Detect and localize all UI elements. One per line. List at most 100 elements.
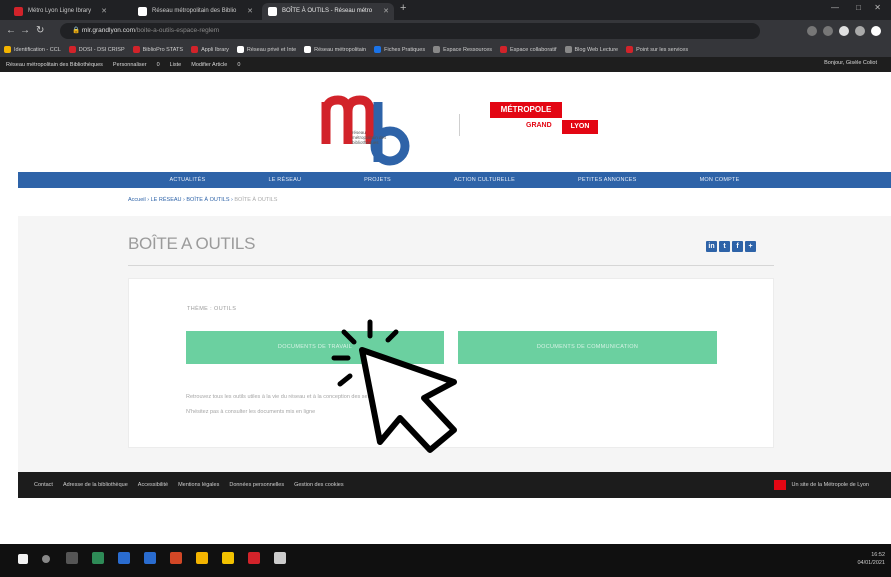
nav-item-petites-annonces[interactable]: PETITES ANNONCES bbox=[578, 172, 637, 188]
excel-icon[interactable] bbox=[92, 552, 104, 564]
admin-customize-link[interactable]: Personnaliser bbox=[113, 62, 147, 68]
powerpoint-icon[interactable] bbox=[170, 552, 182, 564]
admin-edit-link[interactable]: Modifier Article bbox=[191, 62, 227, 68]
extension-icons bbox=[807, 24, 881, 38]
bookmark-icon bbox=[191, 46, 199, 53]
cms-admin-bar: Réseau métropolitain des Bibliothèques P… bbox=[0, 57, 891, 72]
close-tab-icon[interactable]: ✕ bbox=[383, 3, 389, 20]
documents-communication-button[interactable]: DOCUMENTS DE COMMUNICATION bbox=[458, 331, 717, 364]
search-icon[interactable] bbox=[42, 555, 50, 563]
mb-logo[interactable] bbox=[318, 82, 410, 170]
tab-favicon-icon bbox=[138, 7, 147, 16]
browser-tab[interactable]: Métro Lyon Ligne Ibrary ✕ bbox=[8, 3, 112, 20]
close-tab-icon[interactable]: ✕ bbox=[101, 3, 107, 20]
linkedin-icon[interactable]: in bbox=[706, 241, 717, 252]
metropole-footer-label: Un site de la Métropole de Lyon bbox=[791, 482, 869, 488]
extension-icon[interactable] bbox=[807, 26, 817, 36]
app-icon[interactable] bbox=[274, 552, 286, 564]
title-underline bbox=[128, 265, 774, 266]
extension-icon[interactable] bbox=[823, 26, 833, 36]
bookmark-item[interactable]: Blog Web Lecture bbox=[564, 46, 618, 53]
bookmark-icon bbox=[132, 46, 140, 53]
acrobat-icon[interactable] bbox=[248, 552, 260, 564]
breadcrumb-link[interactable]: Accueil bbox=[128, 197, 146, 203]
bookmark-item[interactable]: Identification - CCL bbox=[4, 46, 61, 53]
chrome-icon[interactable] bbox=[196, 552, 208, 564]
clock-time: 16:52 bbox=[871, 552, 885, 558]
folder-icon[interactable] bbox=[222, 552, 234, 564]
tab-label: BOÎTE À OUTILS - Réseau métro bbox=[282, 8, 373, 14]
bookmark-item[interactable]: DOSI - DSI CRISP bbox=[68, 46, 125, 53]
bookmark-item[interactable]: Point sur les services bbox=[626, 46, 688, 53]
close-tab-icon[interactable]: ✕ bbox=[247, 3, 253, 20]
nav-item-mon-compte[interactable]: MON COMPTE bbox=[700, 172, 740, 188]
plus-icon[interactable]: + bbox=[745, 241, 756, 252]
admin-comments-count[interactable]: 0 bbox=[157, 62, 160, 68]
bookmark-item[interactable]: Réseau métropolitain bbox=[304, 46, 366, 53]
tab-favicon-icon bbox=[14, 7, 23, 16]
nav-item-actualites[interactable]: ACTUALITÉS bbox=[170, 172, 206, 188]
bookmark-icon bbox=[500, 46, 508, 53]
footer-link-accessibility[interactable]: Accessibilité bbox=[138, 482, 168, 488]
forward-arrow-icon[interactable]: → bbox=[20, 25, 30, 37]
bookmark-item[interactable]: BiblioPro STATS bbox=[132, 46, 183, 53]
maximize-icon[interactable]: □ bbox=[856, 3, 861, 12]
bookmark-item[interactable]: Fiches Pratiques bbox=[374, 46, 425, 53]
twitter-icon[interactable]: t bbox=[719, 241, 730, 252]
nav-item-projets[interactable]: PROJETS bbox=[364, 172, 391, 188]
admin-site-link[interactable]: Réseau métropolitain des Bibliothèques bbox=[6, 62, 103, 68]
close-window-icon[interactable]: ✕ bbox=[874, 3, 881, 12]
footer-link-legal[interactable]: Mentions légales bbox=[178, 482, 219, 488]
tab-label: Réseau métropolitain des Biblio bbox=[152, 8, 237, 14]
bookmark-item[interactable]: Appli Ibrary bbox=[191, 46, 229, 53]
address-bar-row: ← → ↻ 🔒 mlr.grandlyon.com/boite-a-outils… bbox=[0, 20, 891, 42]
task-view-icon[interactable] bbox=[66, 552, 78, 564]
bookmarks-bar: Identification - CCL DOSI - DSI CRISP Bi… bbox=[0, 42, 891, 57]
bookmark-icon bbox=[564, 46, 572, 53]
reload-icon[interactable]: ↻ bbox=[36, 25, 44, 37]
footer-link-privacy[interactable]: Données personnelles bbox=[229, 482, 284, 488]
metropole-lyon-icon bbox=[773, 480, 786, 490]
nav-item-action-culturelle[interactable]: ACTION CULTURELLE bbox=[454, 172, 515, 188]
admin-user-greeting[interactable]: Bonjour, Gisèle Coliot bbox=[824, 60, 877, 66]
footer-link-contact[interactable]: Contact bbox=[34, 482, 53, 488]
facebook-icon[interactable]: f bbox=[732, 241, 743, 252]
breadcrumb-link[interactable]: BOÎTE À OUTILS bbox=[186, 197, 229, 203]
grand-word: GRAND bbox=[526, 122, 552, 129]
main-navigation: ACTUALITÉS LE RÉSEAU PROJETS ACTION CULT… bbox=[18, 172, 891, 188]
lyon-word: LYON bbox=[562, 120, 598, 134]
windows-taskbar: 16:52 04/01/2021 bbox=[0, 544, 891, 577]
site-footer: Contact Adresse de la bibliothèque Acces… bbox=[18, 472, 891, 498]
bookmark-icon bbox=[433, 46, 441, 53]
breadcrumb-link[interactable]: LE RÉSEAU bbox=[151, 197, 182, 203]
profile-avatar-icon[interactable] bbox=[871, 26, 881, 36]
outlook-icon[interactable] bbox=[118, 552, 130, 564]
footer-link-cookies[interactable]: Gestion des cookies bbox=[294, 482, 344, 488]
new-tab-plus-icon[interactable]: + bbox=[400, 2, 406, 14]
star-icon[interactable] bbox=[839, 26, 849, 36]
page-bottom-space bbox=[0, 498, 891, 544]
browser-tab[interactable]: Réseau métropolitain des Biblio ✕ bbox=[132, 3, 258, 20]
footer-link-address[interactable]: Adresse de la bibliothèque bbox=[63, 482, 128, 488]
back-arrow-icon[interactable]: ← bbox=[6, 25, 16, 37]
metropole-footer-link[interactable]: Un site de la Métropole de Lyon bbox=[773, 480, 869, 490]
bookmark-item[interactable]: Espace Ressources bbox=[433, 46, 492, 53]
breadcrumb-current: BOÎTE À OUTILS bbox=[234, 197, 278, 203]
bookmark-icon bbox=[626, 46, 634, 53]
bookmark-item[interactable]: Réseau privé et Inte bbox=[236, 46, 296, 53]
browser-tab-bar: Métro Lyon Ligne Ibrary ✕ Réseau métropo… bbox=[0, 0, 891, 20]
bookmark-item[interactable]: Espace collaboratif bbox=[500, 46, 557, 53]
nav-item-le-reseau[interactable]: LE RÉSEAU bbox=[268, 172, 301, 188]
admin-count[interactable]: 0 bbox=[237, 62, 240, 68]
system-clock[interactable]: 16:52 04/01/2021 bbox=[857, 551, 885, 567]
admin-list-link[interactable]: Liste bbox=[170, 62, 182, 68]
extension-icon[interactable] bbox=[855, 26, 865, 36]
minimize-icon[interactable]: — bbox=[831, 3, 839, 12]
word-icon[interactable] bbox=[144, 552, 156, 564]
lock-icon: 🔒 bbox=[72, 27, 81, 34]
browser-tab-active[interactable]: BOÎTE À OUTILS - Réseau métro ✕ bbox=[262, 3, 394, 20]
address-input[interactable]: 🔒 mlr.grandlyon.com/boite-a-outils-espac… bbox=[60, 23, 760, 39]
windows-start-icon[interactable] bbox=[18, 554, 28, 564]
share-buttons: in t f + bbox=[706, 241, 756, 252]
bookmark-icon bbox=[4, 46, 11, 53]
